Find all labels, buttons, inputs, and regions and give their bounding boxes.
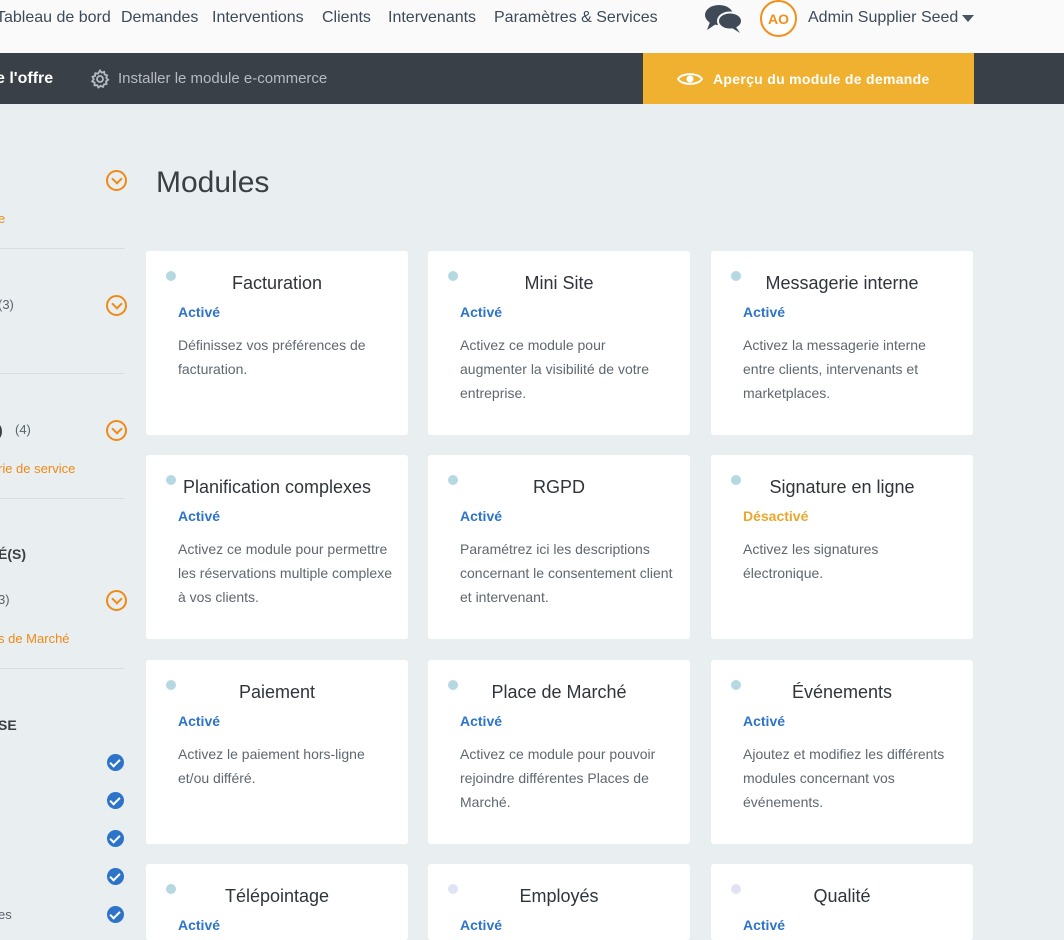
sidebar-item-count: (3) — [0, 297, 14, 312]
chevron-down-icon[interactable] — [106, 295, 127, 316]
avatar[interactable]: AO — [760, 0, 797, 37]
chat-icon[interactable] — [704, 3, 744, 35]
module-toolbar: e l'offre Installer le module e-commerce… — [0, 53, 1064, 104]
module-description: Activez les signatures électronique. — [743, 541, 879, 581]
chevron-down-icon[interactable] — [106, 420, 127, 441]
module-status: Activé — [178, 917, 221, 933]
module-card-rgpd[interactable]: RGPD Activé Paramétrez ici les descripti… — [428, 455, 690, 639]
sidebar-section-title: É(S) — [0, 546, 26, 562]
module-description: Paramétrez ici les descriptions concerna… — [460, 541, 673, 605]
preview-request-module-button[interactable]: Aperçu du module de demande — [643, 53, 974, 104]
module-status: Activé — [178, 508, 221, 524]
module-status: Activé — [178, 304, 221, 320]
module-description: Activez ce module pour pouvoir rejoindre… — [460, 746, 656, 810]
module-card-place-de-marche[interactable]: Place de Marché Activé Activez ce module… — [428, 660, 690, 844]
chevron-down-icon[interactable] — [106, 170, 127, 191]
sidebar-divider — [0, 373, 125, 374]
check-circle-icon[interactable] — [107, 754, 124, 771]
chevron-down-icon[interactable] — [106, 590, 127, 611]
module-status: Activé — [743, 304, 786, 320]
sidebar-item-label: es — [0, 907, 12, 922]
check-circle-icon[interactable] — [107, 830, 124, 847]
module-title: Facturation — [231, 273, 323, 293]
module-card-mini-site[interactable]: Mini Site Activé Activez ce module pour … — [428, 251, 690, 435]
chevron-down-icon[interactable] — [962, 15, 974, 22]
nav-clients[interactable]: Clients — [322, 8, 371, 28]
module-card-qualite[interactable]: Qualité Activé — [711, 864, 973, 940]
module-card-facturation[interactable]: Facturation Activé Définissez vos préfér… — [146, 251, 408, 435]
module-card-signature[interactable]: Signature en ligne Désactivé Activez les… — [711, 455, 973, 639]
module-description: Activez ce module pour augmenter la visi… — [460, 337, 650, 401]
module-card-employes[interactable]: Employés Activé — [428, 864, 690, 940]
nav-interventions[interactable]: Interventions — [212, 8, 304, 28]
nav-requests[interactable]: Demandes — [121, 8, 198, 28]
sidebar-divider — [0, 498, 125, 499]
module-status: Activé — [743, 917, 786, 933]
module-title: Signature en ligne — [769, 477, 915, 497]
sidebar-item-count: (4) — [15, 422, 31, 437]
gear-icon — [90, 69, 110, 89]
module-title: Qualité — [813, 886, 871, 906]
preview-button-label: Aperçu du module de demande — [713, 70, 930, 87]
user-name[interactable]: Admin Supplier Seed — [808, 8, 958, 28]
module-status: Désactivé — [743, 508, 809, 524]
top-navigation: Tableau de bord Demandes Interventions C… — [0, 0, 1064, 53]
module-title: Employés — [519, 886, 599, 906]
module-status: Activé — [460, 713, 503, 729]
module-title: Télépointage — [224, 886, 330, 906]
sidebar-divider — [0, 668, 125, 669]
module-status: Activé — [460, 917, 503, 933]
module-status: Activé — [460, 304, 503, 320]
sidebar-item-count: 3) — [0, 592, 10, 607]
sidebar-item-link[interactable]: rie de service — [0, 460, 75, 478]
avatar-initials: AO — [768, 10, 789, 27]
module-title: Événements — [791, 682, 893, 702]
nav-dashboard[interactable]: Tableau de bord — [0, 8, 111, 28]
sidebar-item-link[interactable]: s de Marché — [0, 630, 70, 648]
page-title: Modules — [156, 166, 270, 199]
module-description: Activez le paiement hors-ligne et/ou dif… — [178, 746, 365, 786]
sidebar-section-title: SE — [0, 717, 17, 733]
module-card-messagerie[interactable]: Messagerie interne Activé Activez la mes… — [711, 251, 973, 435]
sidebar-item-link[interactable]: e — [0, 210, 5, 228]
module-description: Ajoutez et modifiez les différents modul… — [743, 746, 945, 810]
module-card-telepointage[interactable]: Télépointage Activé — [146, 864, 408, 940]
check-circle-icon[interactable] — [107, 792, 124, 809]
module-title: Place de Marché — [491, 682, 627, 702]
nav-settings-services[interactable]: Paramètres & Services — [494, 8, 658, 28]
module-card-paiement[interactable]: Paiement Activé Activez le paiement hors… — [146, 660, 408, 844]
module-title: Planification complexes — [182, 477, 372, 497]
toolbar-offer-link[interactable]: e l'offre — [0, 69, 53, 89]
module-title: Paiement — [238, 682, 316, 702]
module-status: Activé — [178, 713, 221, 729]
module-status: Activé — [743, 713, 786, 729]
module-description: Définissez vos préférences de facturatio… — [178, 337, 366, 377]
module-description: Activez la messagerie interne entre clie… — [743, 337, 926, 401]
module-card-evenements[interactable]: Événements Activé Ajoutez et modifiez le… — [711, 660, 973, 844]
check-circle-icon[interactable] — [107, 868, 124, 885]
nav-workers[interactable]: Intervenants — [388, 8, 476, 28]
install-ecommerce-link[interactable]: Installer le module e-commerce — [118, 69, 327, 89]
module-card-planification[interactable]: Planification complexes Activé Activez c… — [146, 455, 408, 639]
module-status: Activé — [460, 508, 503, 524]
module-title: Mini Site — [524, 273, 594, 293]
sidebar-section-title: ) — [0, 421, 3, 439]
module-title: Messagerie interne — [765, 273, 919, 293]
sidebar-divider — [0, 248, 125, 249]
eye-icon — [677, 72, 703, 85]
module-description: Activez ce module pour permettre les rés… — [178, 541, 392, 605]
module-title: RGPD — [532, 477, 585, 497]
check-circle-icon[interactable] — [107, 906, 124, 923]
